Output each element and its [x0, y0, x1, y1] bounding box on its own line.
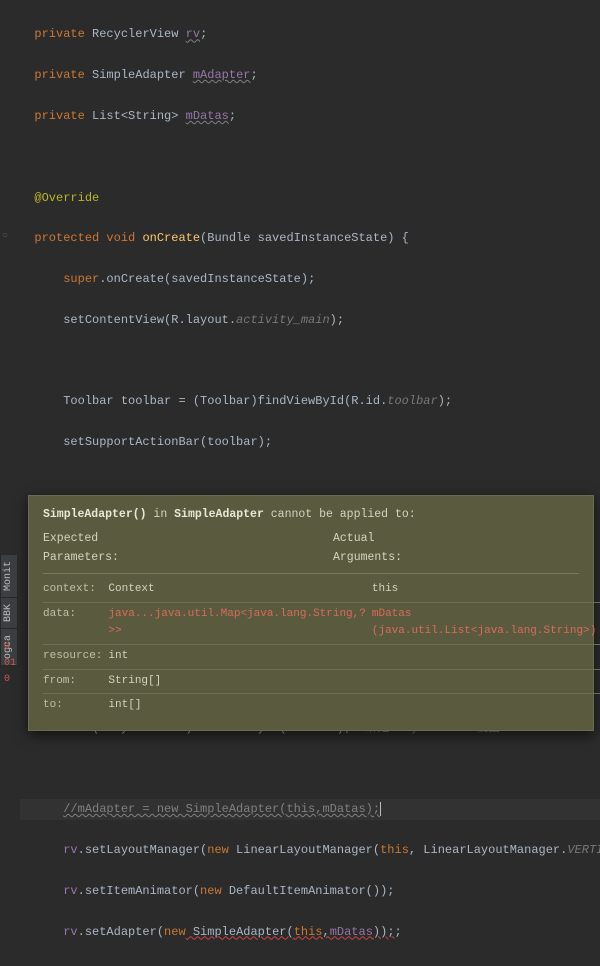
param-name: resource: [43, 644, 108, 669]
field: rv [63, 843, 77, 857]
expected-type: int [108, 644, 371, 669]
code-text: .onCreate(savedInstanceState); [99, 272, 315, 286]
error-tooltip: SimpleAdapter() in SimpleAdapter cannot … [28, 495, 594, 731]
keyword: new [164, 925, 186, 939]
tooltip-title: SimpleAdapter() in SimpleAdapter cannot … [43, 506, 579, 524]
expected-type: int[] [108, 694, 371, 718]
type: SimpleAdapter [92, 68, 193, 82]
expected-label: Expected [43, 532, 98, 545]
keyword: this [294, 925, 323, 939]
type: List<String> [92, 109, 186, 123]
actual-arg [372, 694, 600, 718]
field: rv [186, 27, 200, 41]
param-row: resource: int [43, 644, 600, 669]
param-name: data: [43, 602, 108, 644]
parameter-mismatch-table: context: Context this data: java...java.… [43, 578, 600, 718]
field: mDatas [330, 925, 373, 939]
expected-type: String[] [108, 669, 371, 694]
code-text: setContentView(R.layout. [63, 313, 236, 327]
constant: VERTICAL [567, 843, 600, 857]
log-num: 01 [4, 656, 16, 672]
param-name: context: [43, 578, 108, 602]
resource-ref: activity_main [236, 313, 330, 327]
param-name: to: [43, 694, 108, 718]
current-line[interactable]: //mAdapter = new SimpleAdapter(this,mDat… [20, 799, 600, 819]
comment: //mAdapter = new SimpleAdapter(this,mDat… [63, 802, 380, 816]
log-num: 0 [4, 672, 16, 688]
param-row: context: Context this [43, 578, 600, 602]
keyword: private [34, 109, 84, 123]
tab-monitor[interactable]: Monit [0, 555, 18, 598]
actual-arg [372, 644, 600, 669]
params: (Bundle savedInstanceState) { [200, 231, 409, 245]
actual-arg: mDatas (java.util.List<java.lang.String>… [372, 602, 600, 644]
logcat-line-numbers: 0 01 0 [0, 640, 16, 688]
param-row-error: data: java...java.util.Map<java.lang.Str… [43, 602, 600, 644]
code-text: setSupportActionBar(toolbar); [63, 435, 272, 449]
divider [43, 573, 579, 574]
text-cursor [380, 802, 381, 816]
keyword: protected void [34, 231, 135, 245]
parameters-label: Parameters: [43, 551, 119, 564]
keyword: new [200, 884, 222, 898]
expected-type: Context [108, 578, 371, 602]
keyword: private [34, 27, 84, 41]
override-gutter-icon[interactable]: ○ [2, 228, 8, 245]
keyword: this [380, 843, 409, 857]
resource-ref: toolbar [387, 394, 437, 408]
code-editor[interactable]: private RecyclerView rv; private SimpleA… [0, 0, 600, 966]
arguments-label: Arguments: [333, 551, 402, 564]
expected-type: java...java.util.Map<java.lang.String,?>… [108, 602, 371, 644]
keyword: super [63, 272, 99, 286]
code-text: Toolbar toolbar = (Toolbar)findViewById(… [63, 394, 387, 408]
param-name: from: [43, 669, 108, 694]
log-num: 0 [4, 640, 16, 656]
field: rv [63, 884, 77, 898]
actual-arg: this [372, 578, 600, 602]
field: rv [63, 925, 77, 939]
tab-bbk[interactable]: BBK [0, 598, 18, 629]
type: RecyclerView [92, 27, 186, 41]
field: mDatas [186, 109, 229, 123]
code-text: ); [438, 394, 452, 408]
param-row: to: int[] [43, 694, 600, 718]
code-text: ); [330, 313, 344, 327]
actual-label: Actual [333, 532, 374, 545]
annotation: @Override [34, 191, 99, 205]
actual-arg [372, 669, 600, 694]
method-name: onCreate [142, 231, 200, 245]
field: mAdapter [193, 68, 251, 82]
param-row: from: String[] [43, 669, 600, 694]
keyword: private [34, 68, 84, 82]
keyword: new [207, 843, 229, 857]
